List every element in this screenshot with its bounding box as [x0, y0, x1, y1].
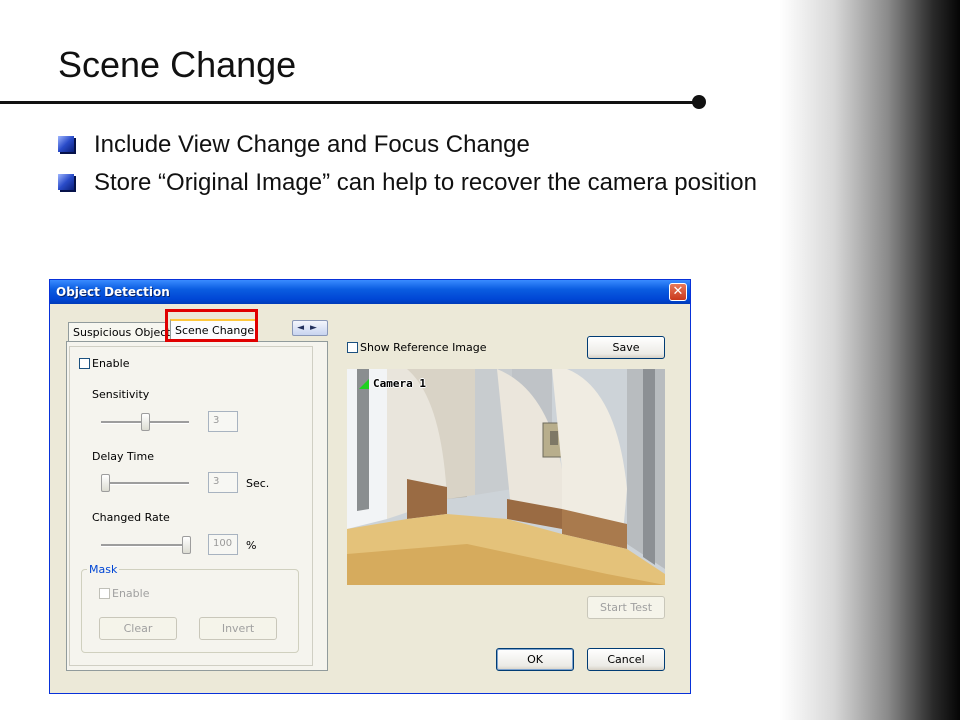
- mask-groupbox: [81, 569, 299, 653]
- mask-clear-button[interactable]: Clear: [99, 617, 177, 640]
- tab-scroll-arrows-icon[interactable]: ◄►: [292, 320, 328, 336]
- bullet-square-icon: [58, 136, 74, 152]
- enable-label: Enable: [92, 357, 130, 370]
- delay-time-slider-track[interactable]: [101, 482, 189, 485]
- changed-rate-label: Changed Rate: [92, 511, 170, 524]
- bullet-square-icon: [58, 174, 74, 190]
- changed-rate-unit: %: [246, 539, 257, 552]
- dialog-titlebar[interactable]: Object Detection ✕: [50, 280, 690, 304]
- start-test-button[interactable]: Start Test: [587, 596, 665, 619]
- mask-invert-button[interactable]: Invert: [199, 617, 277, 640]
- camera-label: Camera 1: [373, 377, 426, 390]
- scene-change-highlight-box: [165, 309, 258, 342]
- show-reference-checkbox[interactable]: [347, 342, 358, 353]
- bullet-item: Store “Original Image” can help to recov…: [58, 164, 818, 202]
- cancel-button[interactable]: Cancel: [587, 648, 665, 671]
- changed-rate-value-field[interactable]: 100: [208, 534, 238, 555]
- close-icon[interactable]: ✕: [669, 283, 687, 301]
- delay-time-value-field[interactable]: 3: [208, 472, 238, 493]
- scene-change-panel: Enable Sensitivity 3 Delay Time 3 Sec. C…: [66, 341, 328, 671]
- bullet-text: Include View Change and Focus Change: [94, 131, 530, 158]
- sensitivity-value-field[interactable]: 3: [208, 411, 238, 432]
- mask-enable-checkbox[interactable]: [99, 588, 110, 599]
- tab-suspicious-object[interactable]: Suspicious Object: [68, 322, 171, 342]
- sensitivity-label: Sensitivity: [92, 388, 150, 401]
- show-reference-label: Show Reference Image: [360, 341, 487, 354]
- delay-time-unit: Sec.: [246, 477, 270, 490]
- delay-time-label: Delay Time: [92, 450, 154, 463]
- camera-scene-image: [347, 369, 665, 585]
- dialog-title: Object Detection: [56, 285, 170, 299]
- bullet-list: Include View Change and Focus Change Sto…: [58, 126, 818, 202]
- title-underline-dot: [692, 95, 706, 109]
- changed-rate-slider-thumb[interactable]: [182, 536, 191, 554]
- save-button[interactable]: Save: [587, 336, 665, 359]
- enable-checkbox[interactable]: [79, 358, 90, 369]
- background-gradient: [780, 0, 960, 720]
- delay-time-slider-thumb[interactable]: [101, 474, 110, 492]
- title-underline: [0, 101, 698, 104]
- camera-signal-icon: [359, 379, 369, 389]
- ok-button[interactable]: OK: [496, 648, 574, 671]
- bullet-item: Include View Change and Focus Change: [58, 126, 818, 164]
- bullet-text: Store “Original Image” can help to recov…: [94, 169, 757, 196]
- mask-enable-label: Enable: [112, 587, 150, 600]
- slide-title: Scene Change: [58, 44, 297, 85]
- changed-rate-slider-track[interactable]: [101, 544, 189, 547]
- camera-preview: Camera 1: [347, 369, 665, 585]
- object-detection-dialog: Object Detection ✕ Suspicious Object Sce…: [49, 279, 691, 694]
- mask-title: Mask: [87, 563, 120, 576]
- sensitivity-slider-thumb[interactable]: [141, 413, 150, 431]
